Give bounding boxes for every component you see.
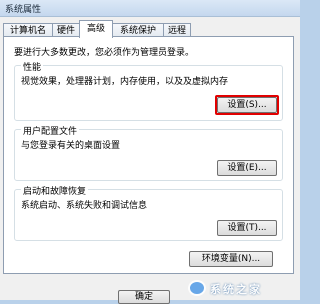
- tab-hardware[interactable]: 硬件: [52, 23, 80, 37]
- title-bar[interactable]: 系统属性: [0, 0, 300, 17]
- advanced-panel: 要进行大多数更改，您必须作为管理员登录。 性能 视觉效果，处理器计划，内存使用，…: [3, 36, 294, 274]
- admin-notice: 要进行大多数更改，您必须作为管理员登录。: [14, 48, 195, 58]
- tab-system-protection[interactable]: 系统保护: [112, 23, 164, 37]
- environment-variables-button[interactable]: 环境变量(N)...: [189, 251, 273, 267]
- tab-strip: 计算机名 硬件 高级 系统保护 远程: [3, 19, 297, 38]
- watermark-text: 系统之家: [210, 283, 262, 296]
- user-profiles-description: 与您登录有关的桌面设置: [21, 141, 121, 151]
- tab-advanced[interactable]: 高级: [79, 20, 113, 38]
- startup-recovery-description: 系统启动、系统失败和调试信息: [21, 201, 148, 211]
- performance-title: 性能: [21, 60, 44, 73]
- watermark-logo-icon: [188, 280, 206, 296]
- performance-group: 性能 视觉效果，处理器计划，内存使用，以及及虚拟内存 设置(S)...: [14, 60, 283, 121]
- system-properties-window: 系统属性 计算机名 硬件 高级 系统保护 远程 要进行大多数更改，您必须作为管理…: [0, 0, 300, 304]
- startup-recovery-settings-button[interactable]: 设置(T)...: [217, 220, 277, 236]
- startup-recovery-group: 启动和故障恢复 系统启动、系统失败和调试信息 设置(T)...: [14, 184, 283, 241]
- performance-settings-button[interactable]: 设置(S)...: [217, 97, 277, 113]
- tab-remote[interactable]: 远程: [163, 23, 191, 37]
- user-profiles-group: 用户配置文件 与您登录有关的桌面设置 设置(E)...: [14, 124, 283, 181]
- user-profiles-title: 用户配置文件: [21, 124, 80, 137]
- user-profiles-settings-button[interactable]: 设置(E)...: [217, 160, 277, 176]
- watermark: 系统之家: [188, 278, 298, 298]
- ok-button[interactable]: 确定: [118, 290, 170, 304]
- startup-recovery-title: 启动和故障恢复: [21, 184, 89, 197]
- window-title: 系统属性: [5, 5, 42, 15]
- performance-description: 视觉效果，处理器计划，内存使用，以及及虚拟内存: [21, 77, 229, 87]
- tab-computer-name[interactable]: 计算机名: [3, 23, 53, 37]
